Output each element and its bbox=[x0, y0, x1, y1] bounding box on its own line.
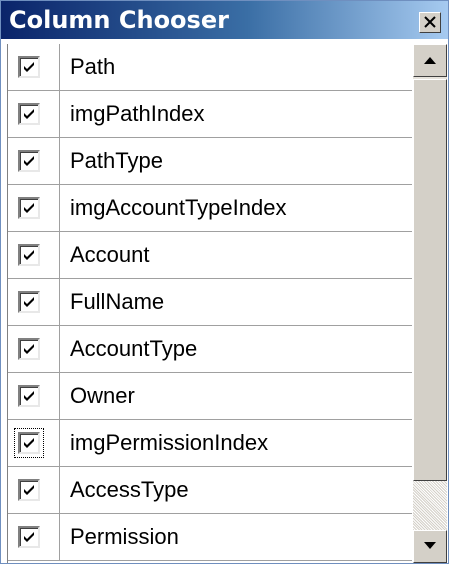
column-checkbox[interactable] bbox=[18, 385, 40, 407]
column-label: imgPathIndex bbox=[70, 101, 205, 126]
column-chooser-window: Column Chooser Path imgPathIndex PathType i… bbox=[0, 0, 449, 564]
list-item[interactable]: FullName bbox=[8, 279, 412, 326]
column-checkbox[interactable] bbox=[14, 428, 44, 458]
checkmark-icon bbox=[24, 391, 34, 401]
checkbox-cell bbox=[8, 91, 60, 137]
column-label: Account bbox=[70, 242, 150, 267]
vertical-scrollbar[interactable] bbox=[413, 44, 447, 563]
list-item[interactable]: Owner bbox=[8, 373, 412, 420]
column-label: Owner bbox=[70, 383, 135, 408]
column-checkbox[interactable] bbox=[18, 479, 40, 501]
checkmark-icon bbox=[24, 109, 34, 119]
column-checkbox[interactable] bbox=[18, 103, 40, 125]
column-checkbox[interactable] bbox=[18, 338, 40, 360]
column-label: Path bbox=[70, 54, 116, 79]
checkmark-icon bbox=[24, 485, 34, 495]
column-checkbox[interactable] bbox=[18, 526, 40, 548]
checkbox-cell bbox=[8, 185, 60, 231]
checkbox-cell bbox=[8, 467, 60, 513]
scroll-track[interactable] bbox=[413, 481, 447, 530]
checkmark-icon bbox=[24, 297, 34, 307]
column-checkbox[interactable] bbox=[18, 244, 40, 266]
checkbox-cell bbox=[8, 326, 60, 372]
list-item[interactable]: imgPathIndex bbox=[8, 91, 412, 138]
column-label: Permission bbox=[70, 524, 179, 549]
list-item[interactable]: Permission bbox=[8, 514, 412, 561]
list-item[interactable]: AccountType bbox=[8, 326, 412, 373]
checkbox-cell bbox=[8, 232, 60, 278]
scroll-down-button[interactable] bbox=[413, 530, 447, 563]
checkbox-cell bbox=[8, 373, 60, 419]
checkmark-icon bbox=[24, 250, 34, 260]
list-item[interactable]: Path bbox=[8, 44, 412, 91]
arrow-down-icon bbox=[424, 542, 436, 549]
close-button[interactable] bbox=[419, 12, 441, 33]
scroll-up-button[interactable] bbox=[413, 44, 447, 77]
checkbox-cell bbox=[8, 138, 60, 184]
checkmark-icon bbox=[24, 203, 34, 213]
list-item[interactable]: PathType bbox=[8, 138, 412, 185]
window-title: Column Chooser bbox=[9, 6, 229, 34]
close-icon bbox=[424, 16, 436, 28]
checkmark-icon bbox=[24, 344, 34, 354]
column-label: imgAccountTypeIndex bbox=[70, 195, 287, 220]
column-checkbox[interactable] bbox=[18, 291, 40, 313]
checkmark-icon bbox=[24, 438, 34, 448]
checkbox-cell bbox=[8, 420, 60, 466]
list-item[interactable]: AccessType bbox=[8, 467, 412, 514]
checkmark-icon bbox=[24, 532, 34, 542]
title-bar[interactable]: Column Chooser bbox=[1, 1, 448, 39]
scroll-thumb[interactable] bbox=[413, 79, 447, 481]
checkbox-cell bbox=[8, 44, 60, 90]
column-label: PathType bbox=[70, 148, 163, 173]
column-label: FullName bbox=[70, 289, 165, 314]
column-label: imgPermissionIndex bbox=[70, 430, 269, 455]
checkbox-cell bbox=[8, 279, 60, 325]
column-checkbox[interactable] bbox=[18, 150, 40, 172]
checkbox-cell bbox=[8, 514, 60, 560]
list-item[interactable]: imgPermissionIndex bbox=[8, 420, 412, 467]
column-checkbox[interactable] bbox=[18, 197, 40, 219]
list-item[interactable]: Account bbox=[8, 232, 412, 279]
list-item[interactable]: imgAccountTypeIndex bbox=[8, 185, 412, 232]
checkmark-icon bbox=[24, 156, 34, 166]
column-checkbox[interactable] bbox=[18, 56, 40, 78]
arrow-up-icon bbox=[424, 57, 436, 64]
column-label: AccountType bbox=[70, 336, 198, 361]
checkmark-icon bbox=[24, 62, 34, 72]
column-list: Path imgPathIndex PathType imgAccountTypeIn… bbox=[7, 44, 412, 563]
column-label: AccessType bbox=[70, 477, 189, 502]
